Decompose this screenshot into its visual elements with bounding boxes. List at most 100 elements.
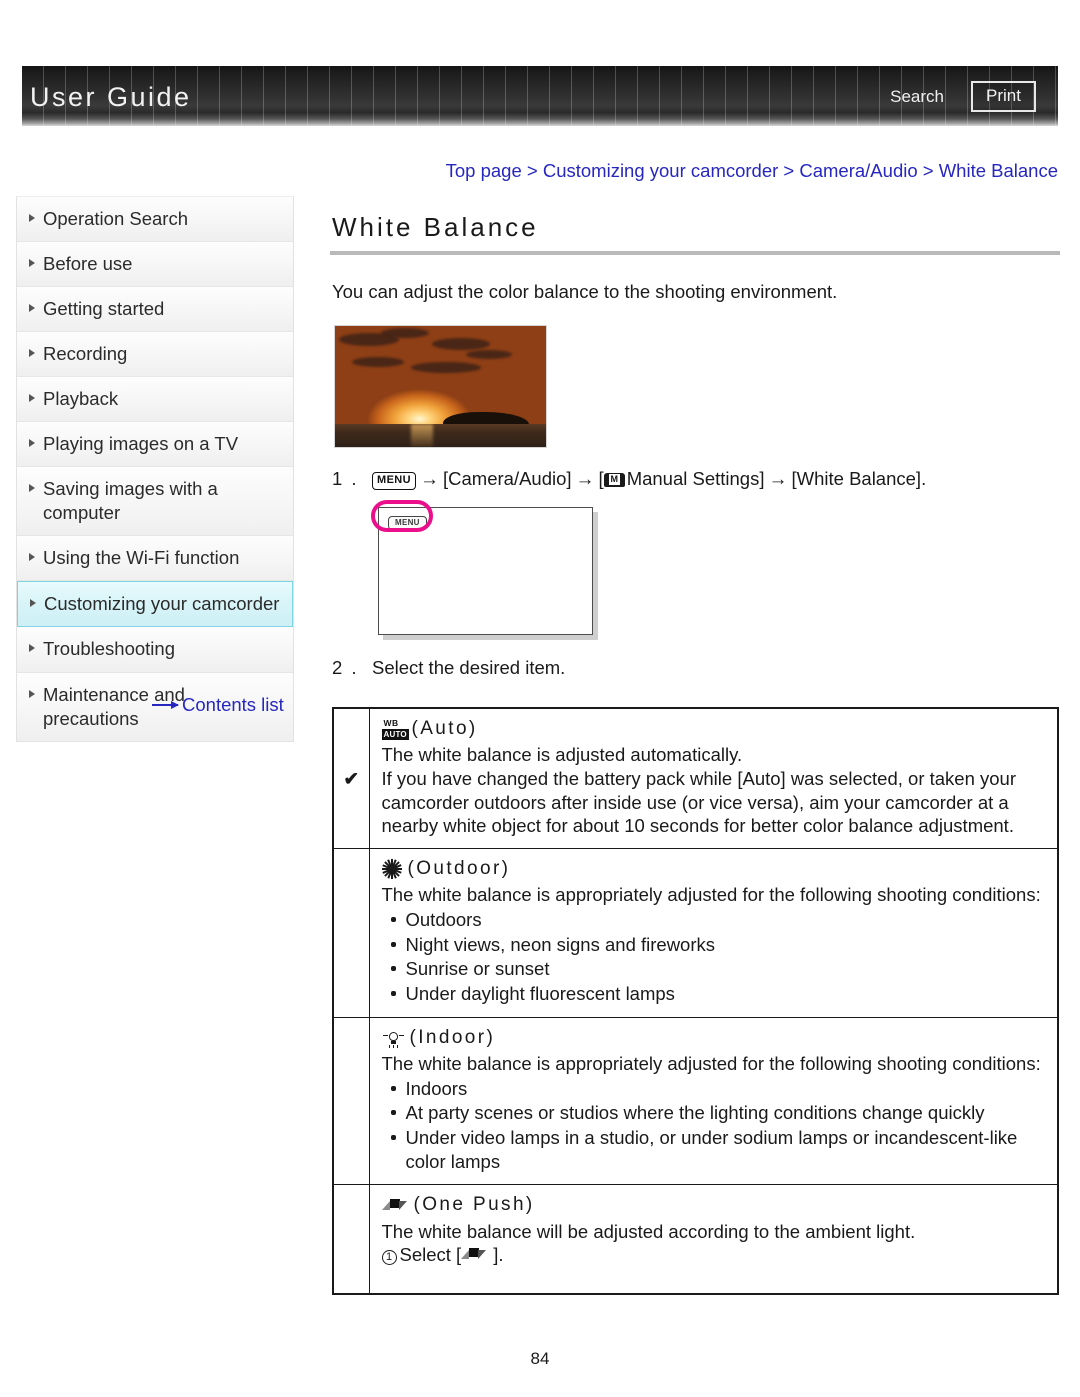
sidebar-item-label: Troubleshooting [43, 638, 175, 660]
step-1-part-camera-audio: [Camera/Audio] [443, 468, 572, 489]
sidebar-item-before-use[interactable]: Before use [17, 242, 293, 288]
sidebar-item-label: Playing images on a TV [43, 433, 239, 455]
manual-settings-icon [603, 473, 625, 487]
sidebar-item-label: Playback [43, 388, 119, 410]
one-push-icon [461, 1247, 487, 1263]
option-heading-one-push: (One Push) [381, 1193, 1048, 1217]
option-substep-one-push: 1 Select [ ]. [381, 1243, 1048, 1267]
step-2-row: 2 . Select the desired item. [332, 657, 1060, 679]
print-button[interactable]: Print [971, 81, 1036, 112]
menu-button-icon[interactable]: MENU [372, 472, 416, 490]
list-item: Night views, neon signs and fireworks [382, 933, 1048, 957]
sidebar-item-troubleshooting[interactable]: Troubleshooting [17, 627, 293, 673]
list-item: Indoors [382, 1077, 1048, 1101]
step-1-number: 1 . [332, 468, 359, 489]
chevron-right-icon [29, 394, 35, 403]
chevron-right-icon [30, 599, 36, 608]
chevron-right-icon [29, 644, 35, 653]
table-row-one-push: (One Push) The white balance will be adj… [332, 1184, 1059, 1295]
sidebar-item-playback[interactable]: Playback [17, 377, 293, 423]
list-item: Sunrise or sunset [382, 957, 1048, 981]
step-1-text: MENU→[Camera/Audio]→[Manual Settings]→[W… [372, 468, 1060, 491]
option-desc-outdoor-1: The white balance is appropriately adjus… [381, 884, 1041, 906]
sidebar-item-customizing-your-camcorder[interactable]: Customizing your camcorder [17, 581, 293, 628]
white-balance-options-table: ✔ WB AUTO (Auto) The white balance is ad… [332, 707, 1059, 1295]
wb-auto-icon-auto-text: AUTO [381, 728, 409, 740]
sunset-sample-photo [334, 325, 547, 448]
lightbulb-icon [382, 1028, 404, 1048]
list-item: Under daylight fluorescent lamps [382, 982, 1048, 1006]
option-heading-auto: WB AUTO (Auto) [381, 717, 1048, 741]
option-title-indoor: (Indoor) [409, 1026, 496, 1048]
chevron-right-icon [29, 553, 35, 562]
option-bullets-outdoor: Outdoors Night views, neon signs and fir… [382, 908, 1048, 1006]
chevron-right-icon [29, 349, 35, 358]
photo-sun-reflection [410, 424, 433, 447]
wb-auto-icon-wb-text: WB [383, 717, 399, 728]
sidebar-item-label: Maintenance and precautions [43, 683, 185, 729]
sidebar-item-saving-images-with-a-computer[interactable]: Saving images with a computer [17, 467, 293, 537]
menu-highlight-ring [371, 500, 433, 532]
option-desc-one-push-1: The white balance will be adjusted accor… [381, 1220, 916, 1242]
option-heading-outdoor: (Outdoor) [381, 857, 1048, 881]
sidebar-item-label: Using the Wi-Fi function [43, 547, 240, 569]
arrow-right-icon: → [768, 469, 788, 490]
option-cell-one-push: (One Push) The white balance will be adj… [368, 1184, 1059, 1295]
sidebar-item-using-the-wifi-function[interactable]: Using the Wi-Fi function [17, 536, 293, 582]
breadcrumb[interactable]: Top page > Customizing your camcorder > … [330, 160, 1060, 182]
list-item: Outdoors [382, 908, 1048, 932]
title-divider [330, 251, 1060, 255]
sidebar-item-recording[interactable]: Recording [17, 332, 293, 378]
sidebar-item-label: Recording [43, 343, 128, 365]
lightbulb-icon-base [390, 1040, 396, 1044]
one-push-icon-left-triangle [461, 1250, 470, 1260]
page-brand-title: User Guide [30, 82, 192, 112]
sun-icon [381, 859, 402, 880]
lightbulb-icon-ray [382, 1034, 388, 1037]
step-1-row: 1 . MENU→[Camera/Audio]→[Manual Settings… [332, 468, 1060, 491]
sidebar-item-getting-started[interactable]: Getting started [17, 287, 293, 333]
sidebar-item-label: Operation Search [43, 208, 189, 229]
sidebar-item-label: Saving images with a computer [43, 478, 218, 524]
option-title-auto: (Auto) [411, 718, 478, 739]
sidebar-item-operation-search[interactable]: Operation Search [17, 197, 293, 243]
option-cell-outdoor: (Outdoor) The white balance is appropria… [368, 848, 1059, 1018]
arrow-right-icon: → [420, 469, 439, 490]
list-item: At party scenes or studios where the lig… [382, 1101, 1048, 1125]
lightbulb-icon-ray [396, 1044, 399, 1048]
photo-sea [335, 424, 546, 447]
sidebar-item-playing-images-on-a-tv[interactable]: Playing images on a TV [17, 422, 293, 468]
step-1-bracket-open: [ [598, 468, 604, 489]
sidebar-nav: Operation Search Before use Getting star… [16, 196, 294, 742]
lightbulb-icon-glass [388, 1031, 398, 1041]
chevron-right-icon [29, 689, 35, 698]
site-header: User Guide Search Print [22, 66, 1058, 126]
one-push-icon-right-triangle [398, 1200, 407, 1210]
search-link[interactable]: Search [890, 87, 944, 107]
circled-number-icon: 1 [381, 1250, 397, 1266]
selected-check-cell [332, 1184, 370, 1295]
option-heading-indoor: (Indoor) [382, 1026, 1048, 1050]
option-substep-suffix: ]. [493, 1244, 504, 1266]
option-desc-auto-2: If you have changed the battery pack whi… [381, 767, 1017, 837]
table-row-auto: ✔ WB AUTO (Auto) The white balance is ad… [332, 707, 1059, 849]
selected-check-cell: ✔ [332, 707, 370, 849]
step-2-text: Select the desired item. [372, 657, 566, 678]
chevron-right-icon [29, 304, 35, 313]
main-content: Top page > Customizing your camcorder > … [330, 160, 1060, 1295]
page-number: 84 [530, 1349, 550, 1368]
one-push-icon-left-triangle [381, 1200, 390, 1210]
selected-check-cell [332, 848, 370, 1018]
option-desc-auto-1: The white balance is adjusted automatica… [381, 744, 743, 766]
chevron-right-icon [29, 259, 35, 268]
arrow-right-icon: → [575, 469, 595, 490]
lightbulb-icon-ray [388, 1044, 391, 1048]
wb-auto-icon: WB AUTO [381, 717, 409, 740]
option-bullets-indoor: Indoors At party scenes or studios where… [382, 1077, 1048, 1174]
lightbulb-icon-ray [392, 1044, 395, 1048]
one-push-icon [381, 1198, 408, 1214]
contents-list-link[interactable]: Contents list [182, 694, 284, 716]
chevron-right-icon [29, 484, 35, 493]
camcorder-screen-mockup: MENU [371, 500, 593, 635]
arrow-right-icon [152, 700, 179, 709]
